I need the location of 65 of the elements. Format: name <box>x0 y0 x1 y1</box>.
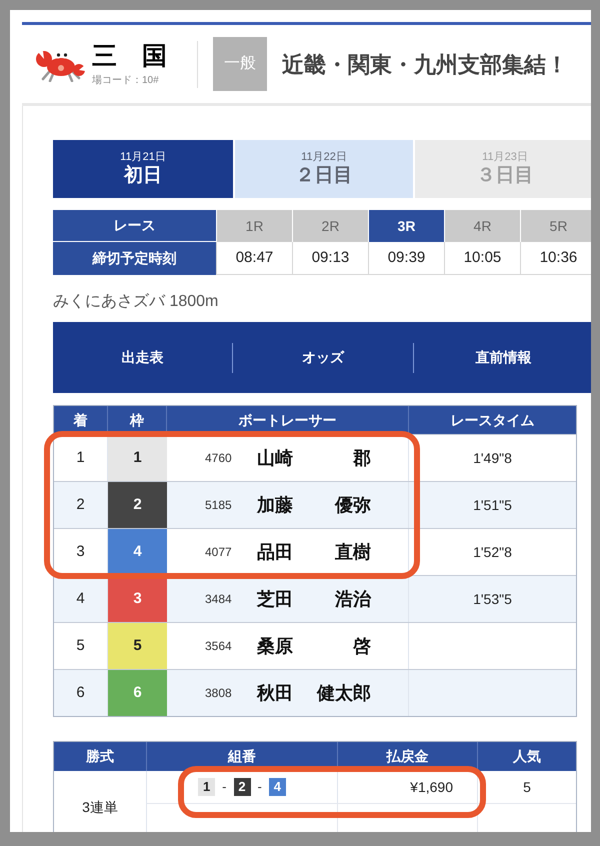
column-header: 人気 <box>512 747 542 766</box>
frame-number-badge: 2 <box>234 778 250 796</box>
frame-number-cell: 6 <box>108 670 167 716</box>
column-header: ボートレーサー <box>167 406 409 434</box>
racer-surname: 秋田 <box>257 682 293 704</box>
race-tab[interactable]: 2R <box>292 210 368 242</box>
racer-surname: 品田 <box>257 540 293 564</box>
racer-number: 5185 <box>205 497 233 514</box>
race-time-cell: 1'51"5 <box>409 482 576 528</box>
race-tab[interactable]: 1R <box>216 210 292 242</box>
racer-given-name: 浩治 <box>335 588 371 610</box>
place-cell: 4 <box>54 576 108 622</box>
bet-type-cell: 3連単 <box>54 771 147 832</box>
deadline-cell: 09:13 <box>292 242 368 275</box>
racer-given-name: 郡 <box>353 446 371 470</box>
frame-number-cell: 3 <box>108 576 167 622</box>
race-label-cell: レース <box>53 210 216 242</box>
racer-given-name: 優弥 <box>335 494 371 516</box>
column-header: 枠 <box>108 406 167 434</box>
race-tab[interactable]: 4R <box>444 210 520 242</box>
venue-code: 場コード：10# <box>92 74 160 86</box>
frame-number-cell: 1 <box>108 435 167 481</box>
racer-number: 4077 <box>205 544 233 561</box>
race-series-title: 近畿・関東・九州支部集結！ <box>282 50 568 78</box>
racer-given-name: 健太郎 <box>317 682 371 704</box>
racer-number: 3808 <box>205 685 233 702</box>
deadline-cell: 09:39 <box>368 242 444 275</box>
race-title: みくにあさズバ 1800m <box>53 292 220 312</box>
frame-number-badge: 4 <box>268 778 286 796</box>
race-time-cell: 1'53"5 <box>409 576 576 622</box>
frame-number-badge: 1 <box>198 778 216 796</box>
day-tab[interactable]: 11月22日 ２日目 <box>235 140 413 198</box>
racer-surname: 山崎 <box>257 446 293 470</box>
payout-amount-cell: ¥1,690 <box>338 771 478 803</box>
nav-tab[interactable]: 出走表 <box>53 347 232 368</box>
day-tab[interactable]: 11月21日 初日 <box>53 140 233 198</box>
column-header: 払戻金 <box>338 742 478 771</box>
place-cell: 2 <box>54 482 108 528</box>
venue-name: 三 国 <box>92 42 168 70</box>
combination-separator: - <box>222 778 226 796</box>
racer-surname: 加藤 <box>257 494 293 516</box>
deadline-cell: 08:47 <box>216 242 292 275</box>
racer-number: 4760 <box>205 450 233 467</box>
frame-number-cell: 2 <box>108 482 167 528</box>
nav-tab[interactable]: 直前情報 <box>414 347 591 368</box>
racer-surname: 桑原 <box>257 634 293 658</box>
deadline-cell: 10:36 <box>520 242 591 275</box>
racer-number: 3484 <box>205 591 233 608</box>
race-tab[interactable]: 5R <box>520 210 591 242</box>
grade-badge: 一般 <box>213 37 267 91</box>
deadline-cell: 10:05 <box>444 242 520 275</box>
popularity-cell-text: 5 <box>522 778 532 796</box>
deadline-label-cell: 締切予定時刻 <box>53 242 216 275</box>
column-header: 着 <box>54 406 108 434</box>
combination-separator: - <box>258 778 262 796</box>
race-tab[interactable]: 3R <box>368 210 444 242</box>
frame-number-cell: 5 <box>108 623 167 669</box>
racer-surname: 芝田 <box>257 588 293 610</box>
racer-given-name: 啓 <box>353 634 371 658</box>
racer-given-name: 直樹 <box>335 540 371 564</box>
racer-number: 3564 <box>205 638 233 655</box>
frame-number-cell: 4 <box>108 529 167 575</box>
place-cell: 6 <box>54 670 108 716</box>
nav-tab[interactable]: オッズ <box>233 347 413 368</box>
column-header: レースタイム <box>450 410 536 430</box>
